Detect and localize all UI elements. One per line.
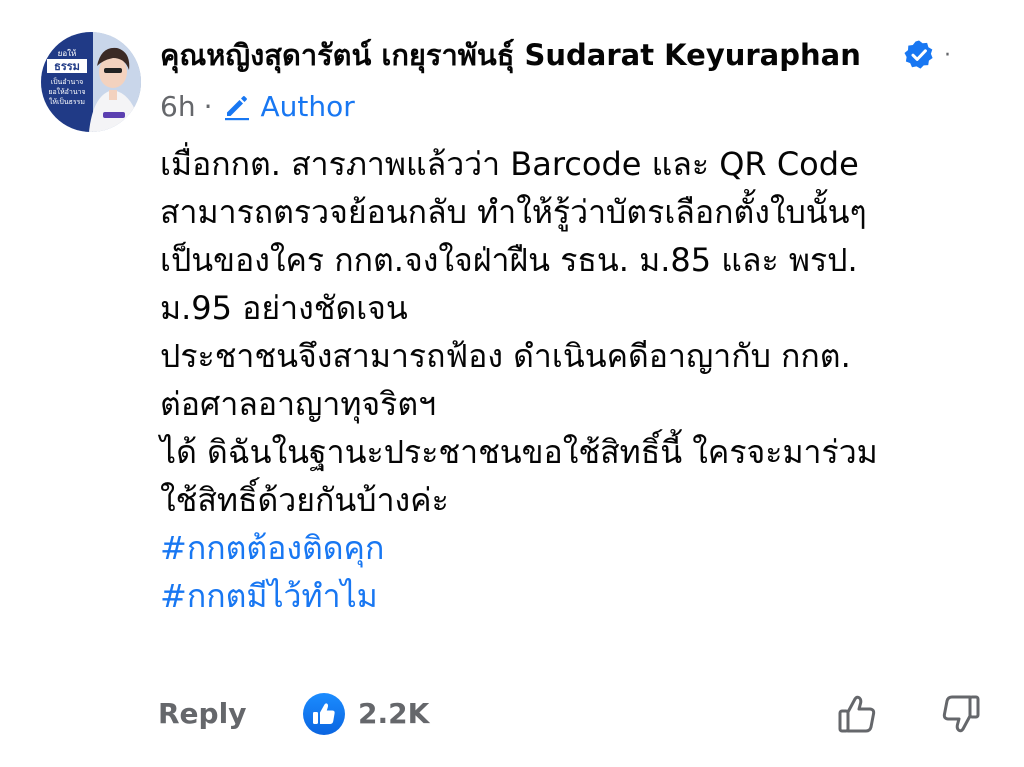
verified-badge-icon (904, 40, 933, 69)
comment-body-line: ใช้สิทธิ์ด้วยกันบ้างค่ะ (160, 481, 449, 519)
comment-body-line: ได้ ดิฉันในฐานะประชาชนขอใช้สิทธิ์นี้ ใคร… (160, 433, 878, 471)
avatar-text-line: ยอให้ (58, 49, 77, 58)
like-reaction-icon (303, 693, 345, 735)
comment-body-line: ต่อศาลอาญาทุจริตฯ (160, 385, 437, 423)
hashtag-link[interactable]: #กกตต้องติดคุก (160, 524, 1020, 572)
author-badge: Author (222, 89, 355, 123)
comment-body-line: ประชาชนจึงสามารถฟ้อง ดำเนินคดีอาญากับ กก… (160, 337, 851, 375)
pencil-icon (225, 96, 250, 121)
comment-body-line: เป็นของใคร กกต.จงใจฝ่าฝืน รธน. ม.85 และ … (160, 241, 858, 279)
comment-body-line: ม.95 อย่างชัดเจน (160, 289, 408, 327)
more-options-dot[interactable]: · (944, 36, 951, 76)
author-name[interactable]: คุณหญิงสุดารัตน์ เกยุราพันธุ์ Sudarat Ke… (160, 33, 861, 77)
avatar-text-line: ธรรม (54, 60, 80, 73)
comment-body: เมื่อกกต. สารภาพแล้วว่า Barcode และ QR C… (160, 140, 1020, 620)
comment-actions: Reply 2.2K (0, 686, 1024, 742)
avatar[interactable]: ยอให้ ธรรม เป็นอำนาจ ยอให้อำนาจ ให้เป็นธ… (41, 32, 141, 132)
avatar-image: ยอให้ ธรรม เป็นอำนาจ ยอให้อำนาจ ให้เป็นธ… (41, 32, 141, 132)
comment-body-line: เมื่อกกต. สารภาพแล้วว่า Barcode และ QR C… (160, 145, 859, 183)
hashtag-link[interactable]: #กกตมีไว้ทำไม (160, 572, 1020, 620)
author-badge-label: Author (260, 89, 355, 123)
timestamp[interactable]: 6h (160, 90, 196, 123)
comment-body-line: สามารถตรวจย้อนกลับ ทำให้รู้ว่าบัตรเลือกต… (160, 193, 867, 231)
avatar-text-line: ยอให้อำนาจ (48, 87, 85, 96)
thumbs-up-icon[interactable] (834, 690, 882, 738)
comment-meta: 6h · Author (160, 86, 355, 126)
avatar-text-line: เป็นอำนาจ (51, 77, 84, 86)
avatar-text-line: ให้เป็นธรรม (49, 97, 85, 106)
thumbs-down-icon[interactable] (936, 690, 984, 738)
reaction-summary[interactable]: 2.2K (302, 692, 429, 736)
like-count: 2.2K (358, 697, 430, 730)
comment: ยอให้ ธรรม เป็นอำนาจ ยอให้อำนาจ ให้เป็นธ… (0, 0, 1024, 767)
meta-separator: · (203, 89, 213, 123)
reply-button[interactable]: Reply (158, 694, 246, 734)
